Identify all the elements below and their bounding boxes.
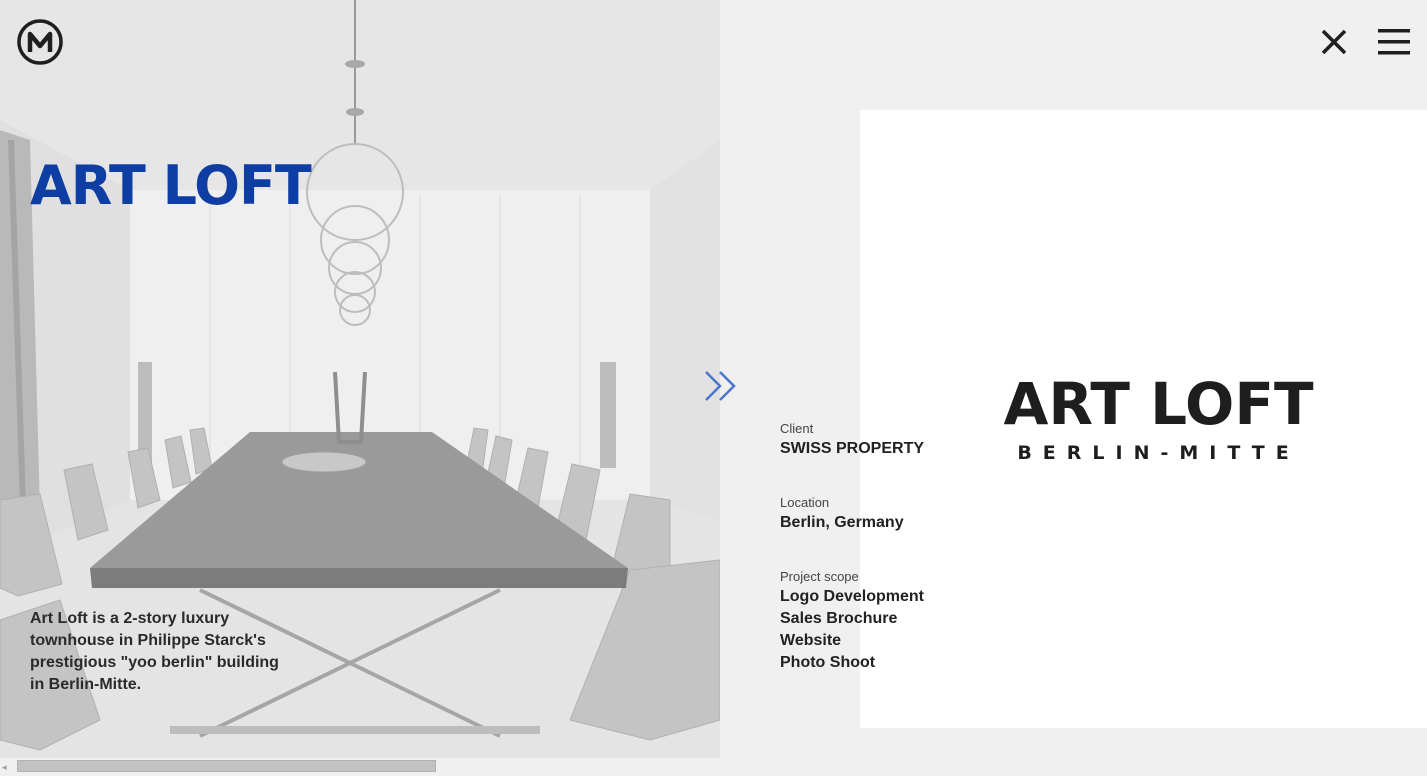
project-description: Art Loft is a 2-story luxury townhouse i… (30, 610, 279, 693)
double-chevron-right-icon[interactable] (700, 366, 742, 406)
detail-value: Logo Development (780, 588, 925, 605)
m-circle-logo-icon[interactable] (16, 18, 64, 66)
project-details: Client SWISS PROPERTY Location Berlin, G… (780, 420, 950, 708)
detail-value: Website (780, 632, 842, 649)
detail-location: Location Berlin, Germany (780, 494, 950, 534)
detail-client: Client SWISS PROPERTY (780, 420, 950, 460)
close-icon[interactable] (1318, 26, 1350, 58)
hamburger-menu-icon[interactable] (1376, 26, 1412, 58)
detail-project-scope: Project scope Logo Development Sales Bro… (780, 568, 950, 674)
scrollbar-thumb[interactable] (17, 760, 436, 772)
detail-label: Location (780, 495, 830, 510)
detail-label: Project scope (780, 569, 859, 584)
hero-image-panel: ART LOFT Art Loft is a 2-story luxury to… (0, 0, 720, 758)
detail-value: SWISS PROPERTY (780, 440, 925, 457)
page-title: ART LOFT (30, 154, 312, 217)
detail-value: Berlin, Germany (780, 514, 904, 531)
detail-value: Sales Brochure (780, 610, 898, 627)
scroll-left-arrow-icon[interactable]: ◂ (2, 762, 12, 772)
detail-value: Photo Shoot (780, 654, 876, 671)
detail-label: Client (780, 421, 814, 436)
horizontal-scrollbar[interactable]: ◂ (0, 758, 1427, 776)
